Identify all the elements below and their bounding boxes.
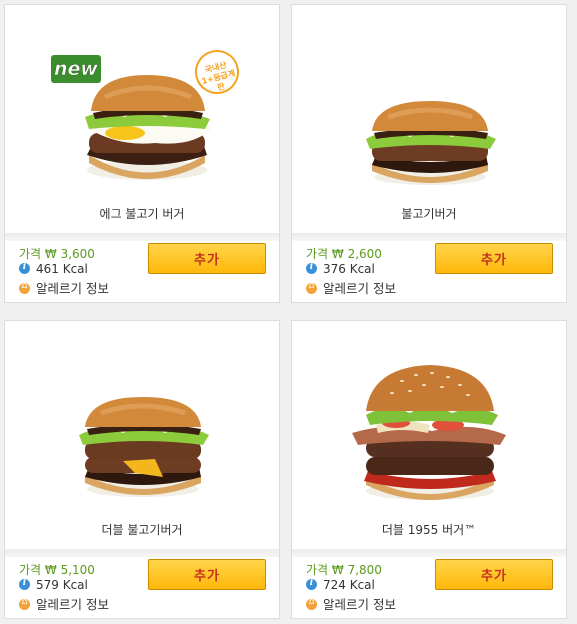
product-name[interactable]: 불고기버거 <box>292 205 566 222</box>
product-card[interactable]: 더블 1955 버거™ 가격 ₩ 7,800 724 Kcal 알레르기 정보 … <box>291 320 567 619</box>
product-name[interactable]: 에그 불고기 버거 <box>5 205 279 222</box>
calorie-info: 461 Kcal <box>19 262 88 276</box>
product-name[interactable]: 더블 1955 버거™ <box>292 521 566 538</box>
allergy-info-link[interactable]: 알레르기 정보 <box>306 278 396 297</box>
product-card[interactable]: 더블 불고기버거 가격 ₩ 5,100 579 Kcal 알레르기 정보 추가 <box>4 320 280 619</box>
allergy-label[interactable]: 알레르기 정보 <box>36 597 109 612</box>
burger-photo[interactable] <box>292 5 566 233</box>
new-badge: new <box>51 55 107 86</box>
allergy-info-link[interactable]: 알레르기 정보 <box>19 278 109 297</box>
add-button[interactable]: 추가 <box>148 559 266 590</box>
product-name[interactable]: 더블 불고기버거 <box>5 521 279 538</box>
burger-photo[interactable] <box>5 321 279 549</box>
allergy-icon <box>306 597 317 610</box>
product-card[interactable]: 불고기버거 가격 ₩ 2,600 376 Kcal 알레르기 정보 추가 <box>291 4 567 303</box>
divider <box>292 549 566 557</box>
divider <box>292 233 566 241</box>
product-card[interactable]: new 국내산 1+등급계란 에그 불고기 버거 가격 ₩ 3,600 461 … <box>4 4 280 303</box>
add-button[interactable]: 추가 <box>435 243 553 274</box>
allergy-icon <box>19 597 30 610</box>
calorie-info: 579 Kcal <box>19 578 88 592</box>
calorie-value: 376 Kcal <box>323 262 375 276</box>
product-price: 가격 ₩ 7,800 <box>306 563 382 577</box>
info-icon <box>19 262 30 274</box>
allergy-info-link[interactable]: 알레르기 정보 <box>306 594 396 613</box>
calorie-info: 724 Kcal <box>306 578 375 592</box>
info-icon <box>306 578 317 590</box>
allergy-label[interactable]: 알레르기 정보 <box>323 281 396 296</box>
calorie-info: 376 Kcal <box>306 262 375 276</box>
info-icon <box>306 262 317 274</box>
allergy-label[interactable]: 알레르기 정보 <box>36 281 109 296</box>
burger-photo[interactable] <box>292 321 566 549</box>
calorie-value: 579 Kcal <box>36 578 88 592</box>
divider <box>5 549 279 557</box>
info-icon <box>19 578 30 590</box>
product-price: 가격 ₩ 3,600 <box>19 247 95 261</box>
allergy-info-link[interactable]: 알레르기 정보 <box>19 594 109 613</box>
allergy-icon <box>306 281 317 294</box>
add-button[interactable]: 추가 <box>148 243 266 274</box>
allergy-icon <box>19 281 30 294</box>
divider <box>5 233 279 241</box>
burger-photo[interactable] <box>5 5 279 233</box>
add-button[interactable]: 추가 <box>435 559 553 590</box>
product-price: 가격 ₩ 2,600 <box>306 247 382 261</box>
allergy-label[interactable]: 알레르기 정보 <box>323 597 396 612</box>
product-price: 가격 ₩ 5,100 <box>19 563 95 577</box>
calorie-value: 724 Kcal <box>323 578 375 592</box>
calorie-value: 461 Kcal <box>36 262 88 276</box>
